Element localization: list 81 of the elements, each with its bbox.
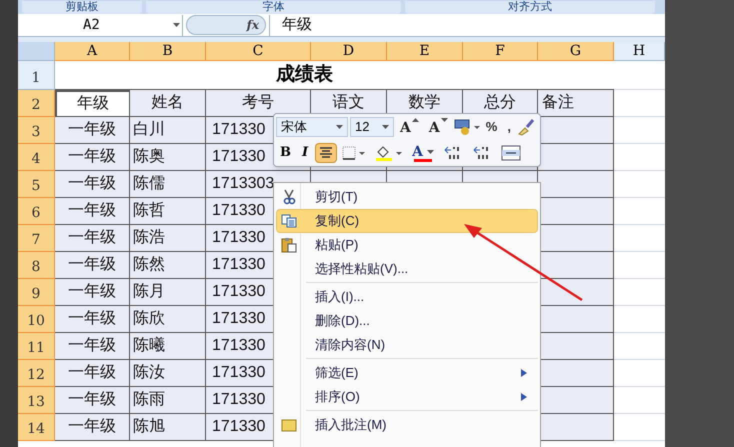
format-button[interactable]: , (503, 117, 515, 137)
table-cell: 一年级 (55, 225, 130, 252)
caret-icon (382, 125, 389, 129)
column-header[interactable]: G (538, 42, 614, 61)
font-dropdown[interactable]: 宋体 (276, 117, 348, 137)
currency-format-icon[interactable] (454, 118, 480, 136)
table-cell: 陈浩 (130, 225, 206, 252)
row-header[interactable]: 9 (18, 279, 55, 306)
table-cell: 陈奥 (130, 144, 206, 171)
table-cell: 一年级 (55, 279, 130, 306)
column-header[interactable]: E (387, 42, 463, 61)
ribbon-group-label: 剪贴板 (22, 1, 142, 14)
column-header[interactable]: A (55, 42, 130, 61)
ribbon-group-label: 字体 (146, 1, 401, 14)
shrink-font-button[interactable]: A (424, 117, 452, 137)
table-cell: 陈哲 (130, 198, 206, 225)
row-header[interactable]: 7 (18, 225, 55, 252)
table-cell: 陈汝 (130, 360, 206, 387)
row-header[interactable]: 3 (18, 117, 55, 144)
copy-icon (281, 214, 297, 228)
column-header[interactable]: C (206, 42, 311, 61)
function-button[interactable]: fx (186, 15, 266, 35)
font-color-button[interactable]: A (408, 143, 438, 163)
table-cell: 陈儒 (130, 171, 206, 198)
table-cell: 一年级 (55, 171, 130, 198)
row-header[interactable]: 6 (18, 198, 55, 225)
table-cell: 一年级 (55, 198, 130, 225)
ribbon-group-label: 对齐方式 (405, 1, 655, 14)
caret-icon (336, 125, 343, 129)
table-cell: 陈然 (130, 252, 206, 279)
row-header[interactable]: 1 (18, 61, 55, 90)
table-cell: 一年级 (55, 306, 130, 333)
row-header[interactable]: 10 (18, 306, 55, 333)
name-box[interactable]: A2 (18, 14, 183, 36)
column-header[interactable]: H (614, 42, 665, 61)
column-header[interactable]: D (311, 42, 387, 61)
row-header[interactable]: 12 (18, 360, 55, 387)
table-cell: 陈雨 (130, 387, 206, 414)
header-cell: 姓名 (130, 90, 206, 117)
column-header[interactable]: F (463, 42, 538, 61)
table-cell: 一年级 (55, 144, 130, 171)
table-cell: 陈旭 (130, 414, 206, 441)
table-cell: 陈曦 (130, 333, 206, 360)
row-header[interactable]: 8 (18, 252, 55, 279)
grow-font-button[interactable]: A (396, 117, 423, 137)
row-header[interactable]: 4 (18, 144, 55, 171)
center-align-button[interactable] (315, 143, 338, 163)
row-header[interactable]: 2 (18, 90, 55, 117)
caret-icon (173, 23, 180, 27)
table-cell: 一年级 (55, 117, 130, 144)
row-header[interactable]: 11 (18, 333, 55, 360)
merge-cells-icon (500, 145, 521, 161)
table-cell: 一年级 (55, 333, 130, 360)
submenu-arrow-icon (521, 393, 527, 401)
row-header[interactable]: 13 (18, 387, 55, 414)
border-icon (342, 146, 366, 160)
table-cell: 一年级 (55, 360, 130, 387)
align-center-icon (319, 147, 334, 159)
header-cell: 备注 (538, 90, 614, 117)
scissors-icon (282, 189, 296, 205)
table-cell: 白川 (130, 117, 206, 144)
row-header[interactable]: 5 (18, 171, 55, 198)
paintbrush-icon[interactable] (516, 118, 535, 136)
format-button[interactable]: % (482, 117, 502, 137)
table-cell: 陈欣 (130, 306, 206, 333)
note-icon (281, 418, 297, 432)
table-cell: 一年级 (55, 414, 130, 441)
header-cell: 考号 (206, 90, 311, 117)
paint-bucket-icon (375, 145, 404, 161)
menu-item[interactable]: 复制(C) (276, 209, 538, 233)
bold-button[interactable]: B (276, 143, 295, 163)
column-header[interactable]: B (130, 42, 206, 61)
clipboard-icon (281, 237, 297, 253)
row-header[interactable]: 14 (18, 414, 55, 441)
table-cell: 一年级 (55, 387, 130, 414)
caret-icon (426, 150, 434, 154)
table-cell: 一年级 (55, 252, 130, 279)
header-cell: 年级 (55, 90, 130, 117)
table-cell: 陈月 (130, 279, 206, 306)
submenu-arrow-icon (521, 369, 527, 377)
font-size-dropdown[interactable]: 12 (350, 117, 394, 137)
